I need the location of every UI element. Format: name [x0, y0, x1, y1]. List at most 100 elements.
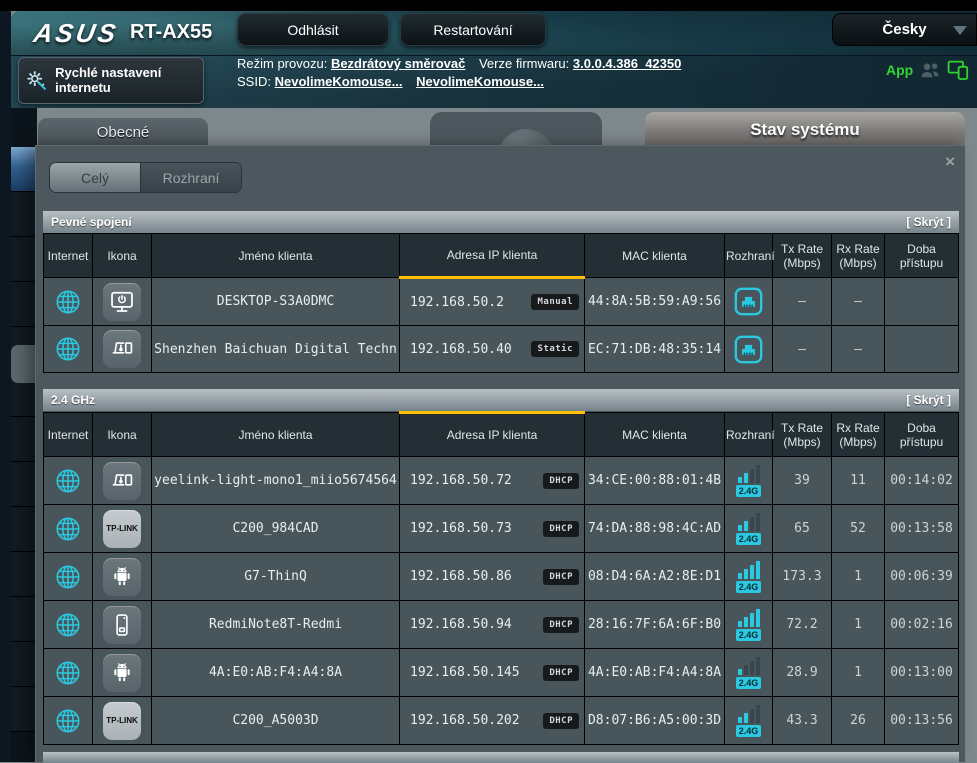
globe-icon	[54, 335, 82, 363]
devices-icon[interactable]	[946, 58, 970, 82]
system-status-header[interactable]: Stav systému	[645, 112, 965, 148]
globe-icon	[54, 707, 82, 735]
view-tabs: Celý Rozhraní	[49, 162, 242, 193]
language-value: Česky	[882, 21, 926, 38]
globe-icon	[54, 659, 82, 687]
access-time	[885, 278, 959, 326]
close-icon[interactable]: ×	[945, 152, 955, 172]
app-link[interactable]: App	[886, 62, 913, 78]
wireless-clients-table: Internet Ikona Jméno klienta Adresa IP k…	[43, 411, 959, 745]
client-name: Shenzhen Baichuan Digital Techn	[152, 326, 400, 373]
access-time: 00:13:58	[885, 505, 959, 553]
client-row[interactable]: G7-ThinQ 192.168.50.86DHCP 08:D4:6A:A2:8…	[44, 553, 959, 601]
icon-cell: TP-LINK	[93, 505, 152, 553]
interface-cell: 2.4G	[725, 505, 773, 553]
col-mac[interactable]: MAC klienta	[585, 234, 725, 278]
gear-wand-icon	[26, 68, 48, 94]
client-mac: 44:8A:5B:59:A9:56	[585, 278, 725, 326]
logout-button[interactable]: Odhlásit	[237, 13, 389, 46]
client-ip-cell: 192.168.50.94DHCP	[400, 601, 585, 649]
iot-device-icon	[103, 462, 141, 500]
client-row[interactable]: TP-LINK C200_984CAD 192.168.50.73DHCP 74…	[44, 505, 959, 553]
quick-setup-button[interactable]: Rychlé nastavení internetu	[18, 57, 204, 104]
tx-rate: 28.9	[773, 649, 832, 697]
section-title: Pevné spojení	[51, 215, 132, 229]
hide-toggle[interactable]: [ Skrýt ]	[906, 215, 951, 229]
ip-type-badge: DHCP	[543, 473, 579, 489]
client-ip-cell: 192.168.50.72 DHCP	[400, 457, 585, 505]
col-rx[interactable]: Rx Rate (Mbps)	[832, 413, 885, 457]
client-mac: EC:71:DB:48:35:14	[585, 326, 725, 373]
col-name[interactable]: Jméno klienta	[152, 234, 400, 278]
col-time[interactable]: Doba přístupu	[885, 413, 959, 457]
rx-rate: 1	[832, 649, 885, 697]
table-header-row: Internet Ikona Jméno klienta Adresa IP k…	[44, 234, 959, 278]
interface-cell	[725, 326, 773, 373]
signal-strength-icon: 2.4G	[725, 512, 772, 545]
client-row[interactable]: 4A:E0:AB:F4:A4:8A 192.168.50.145DHCP 4A:…	[44, 649, 959, 697]
signal-strength-icon: 2.4G	[725, 464, 772, 497]
hide-toggle[interactable]: [ Skrýt ]	[906, 393, 951, 407]
language-dropdown[interactable]: Česky	[832, 13, 977, 46]
ethernet-icon	[733, 334, 764, 365]
icon-cell	[93, 601, 152, 649]
mode-link[interactable]: Bezdrátový směrovač	[331, 56, 465, 71]
tab-all[interactable]: Celý	[50, 163, 140, 192]
client-mac: 34:CE:00:88:01:4B	[585, 457, 725, 505]
globe-icon	[54, 515, 82, 543]
client-row[interactable]: yeelink-light-mono1_miio5674564 192.168.…	[44, 457, 959, 505]
interface-cell: 2.4G	[725, 601, 773, 649]
signal-strength-icon: 2.4G	[725, 560, 772, 593]
client-name: G7-ThinQ	[152, 553, 400, 601]
internet-cell	[44, 601, 93, 649]
section-header-partial	[43, 752, 959, 763]
access-time: 00:13:56	[885, 697, 959, 745]
col-mac[interactable]: MAC klienta	[585, 413, 725, 457]
rx-rate: 26	[832, 697, 885, 745]
col-ip-sorted[interactable]: Adresa IP klienta	[400, 413, 585, 457]
tab-interface[interactable]: Rozhraní	[140, 163, 241, 192]
android-icon	[103, 558, 141, 596]
sidebar-item-selected[interactable]	[11, 147, 37, 192]
band-badge: 2.4G	[736, 581, 762, 593]
client-ip-cell: 192.168.50.2Manual	[400, 278, 585, 326]
col-interface: Rozhraní	[725, 413, 773, 457]
icon-cell	[93, 278, 152, 326]
col-time[interactable]: Doba přístupu	[885, 234, 959, 278]
col-ip-sorted[interactable]: Adresa IP klienta	[400, 234, 585, 278]
col-name[interactable]: Jméno klienta	[152, 413, 400, 457]
firmware-link[interactable]: 3.0.0.4.386_42350	[573, 56, 681, 71]
ip-type-badge: DHCP	[543, 617, 579, 633]
client-mac: D8:07:B6:A5:00:3D	[585, 697, 725, 745]
users-icon[interactable]	[918, 58, 942, 82]
internet-cell	[44, 457, 93, 505]
ssid-link-1[interactable]: NevolimeKomouse...	[275, 74, 403, 89]
client-row[interactable]: TP-LINK C200_A5003D 192.168.50.202DHCP D…	[44, 697, 959, 745]
client-row[interactable]: RedmiNote8T-Redmi 192.168.50.94DHCP 28:1…	[44, 601, 959, 649]
col-rx[interactable]: Rx Rate (Mbps)	[832, 234, 885, 278]
client-name: C200_A5003D	[152, 697, 400, 745]
tx-rate: –	[773, 278, 832, 326]
col-tx[interactable]: Tx Rate (Mbps)	[773, 234, 832, 278]
client-row[interactable]: DESKTOP-S3A0DMC 192.168.50.2Manual 44:8A…	[44, 278, 959, 326]
ssid-link-2[interactable]: NevolimeKomouse...	[416, 74, 544, 89]
reboot-button[interactable]: Restartování	[400, 13, 546, 46]
ip-type-badge: DHCP	[543, 665, 579, 681]
client-ip-cell: 192.168.50.86DHCP	[400, 553, 585, 601]
firmware-label: Verze firmwaru:	[479, 56, 569, 71]
col-interface: Rozhraní	[725, 234, 773, 278]
client-row[interactable]: Shenzhen Baichuan Digital Techn 192.168.…	[44, 326, 959, 373]
interface-cell: 2.4G	[725, 457, 773, 505]
client-mac: 08:D4:6A:A2:8E:D1	[585, 553, 725, 601]
access-time: 00:06:39	[885, 553, 959, 601]
rx-rate: 52	[832, 505, 885, 553]
band-badge: 2.4G	[736, 725, 762, 737]
quick-setup-label: Rychlé nastavení internetu	[55, 66, 196, 96]
sidebar-strip	[11, 108, 37, 762]
col-tx[interactable]: Tx Rate (Mbps)	[773, 413, 832, 457]
client-ip: 192.168.50.72	[410, 473, 512, 488]
tx-rate: 173.3	[773, 553, 832, 601]
wired-clients-table: Internet Ikona Jméno klienta Adresa IP k…	[43, 233, 959, 373]
client-ip-cell: 192.168.50.40Static	[400, 326, 585, 373]
client-ip: 192.168.50.202	[410, 713, 520, 728]
